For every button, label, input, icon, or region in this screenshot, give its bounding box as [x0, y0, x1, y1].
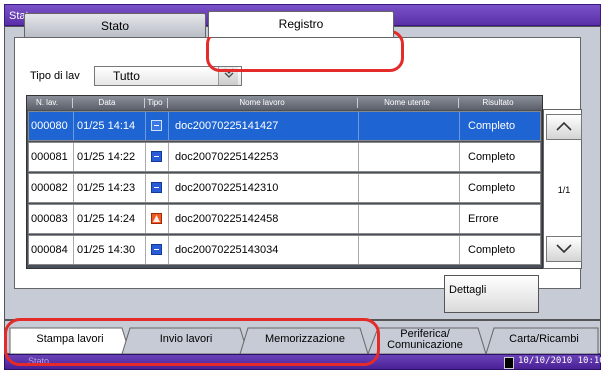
date-time: 10/10/2010 10:10 [518, 356, 605, 366]
cell-result: Completo [468, 182, 516, 194]
cell-job-name: doc20070225142310 [175, 182, 279, 194]
cell-date: 01/25 14:24 [77, 213, 136, 225]
job-type-value: Tutto [113, 69, 140, 83]
tab-stato[interactable]: Stato [24, 13, 206, 37]
cell-divider [73, 236, 74, 264]
double-chevron-down-icon[interactable] [218, 67, 238, 85]
document-icon [151, 182, 162, 193]
cell-result: Completo [468, 244, 516, 256]
cell-divider [358, 205, 359, 233]
cell-date: 01/25 14:22 [77, 151, 136, 163]
cell-job-number: 000083 [31, 213, 68, 225]
cell-divider [358, 112, 359, 140]
cell-divider [168, 112, 169, 140]
cell-date: 01/25 14:14 [77, 120, 136, 132]
cell-divider [168, 205, 169, 233]
document-icon [151, 120, 162, 131]
document-icon [151, 244, 162, 255]
cell-divider [73, 112, 74, 140]
cell-date: 01/25 14:23 [77, 182, 136, 194]
table-row[interactable]: 000083 01/25 14:24 doc20070225142458 Err… [28, 204, 541, 234]
cell-result: Errore [468, 213, 499, 225]
details-button[interactable]: Dettagli [444, 275, 539, 313]
cell-job-name: doc20070225142253 [175, 151, 279, 163]
cell-divider [145, 112, 146, 140]
cell-job-name: doc20070225143034 [175, 244, 279, 256]
page-counter: 1/1 [557, 185, 571, 195]
cell-job-name: doc20070225142458 [175, 213, 279, 225]
cell-divider [459, 174, 460, 202]
col-header-date: Data [98, 98, 116, 107]
job-type-label: Tipo di lav [30, 70, 80, 82]
cell-divider [459, 143, 460, 171]
col-header-type: Tipo [147, 98, 163, 107]
cell-divider [145, 143, 146, 171]
cell-divider [168, 236, 169, 264]
table-row[interactable]: 000084 01/25 14:30 doc20070225143034 Com… [28, 235, 541, 265]
cell-job-number: 000082 [31, 182, 68, 194]
cell-job-number: 000081 [31, 151, 68, 163]
cell-result: Completo [468, 120, 516, 132]
table-row[interactable]: 000082 01/25 14:23 doc20070225142310 Com… [28, 173, 541, 203]
job-log-table: N. lav. Data Tipo Nome lavoro Nome utent… [26, 95, 543, 269]
cell-date: 01/25 14:30 [77, 244, 136, 256]
tab-periferica-comunicazione[interactable]: Periferica/ Comunicazione [375, 329, 475, 354]
error-icon [151, 213, 162, 224]
tab-registro[interactable]: Registro [208, 11, 394, 37]
cell-divider [459, 112, 460, 140]
table-header: N. lav. Data Tipo Nome lavoro Nome utent… [27, 96, 542, 110]
col-header-result: Risultato [482, 98, 514, 107]
cell-divider [459, 205, 460, 233]
table-row[interactable]: 000080 01/25 14:14 doc20070225141427 Com… [28, 111, 541, 141]
cell-divider [145, 174, 146, 202]
device-icon [504, 357, 514, 369]
cell-job-name: doc20070225141427 [175, 120, 279, 132]
cell-divider [358, 143, 359, 171]
chevron-down-icon [556, 244, 572, 254]
table-row[interactable]: 000081 01/25 14:22 doc20070225142253 Com… [28, 142, 541, 172]
cell-result: Completo [468, 151, 516, 163]
scroll-up-button[interactable] [546, 114, 582, 140]
status-label[interactable]: Stato [28, 356, 49, 366]
chevron-up-icon [556, 121, 572, 131]
cell-divider [168, 174, 169, 202]
col-header-user-name: Nome utente [384, 98, 430, 107]
cell-divider [73, 143, 74, 171]
cell-divider [168, 143, 169, 171]
col-header-job-number: N. lav. [35, 98, 59, 107]
cell-divider [358, 236, 359, 264]
col-header-job-name: Nome lavoro [239, 98, 285, 107]
status-screen: Status Stato Registro Tipo di lav Tutto … [0, 0, 605, 372]
cell-divider [73, 205, 74, 233]
cell-divider [145, 236, 146, 264]
cell-job-number: 000084 [31, 244, 68, 256]
cell-divider [459, 236, 460, 264]
document-icon [151, 151, 162, 162]
cell-divider [73, 174, 74, 202]
scroll-down-button[interactable] [546, 236, 582, 262]
cell-divider [358, 174, 359, 202]
cell-divider [145, 205, 146, 233]
cell-job-number: 000080 [31, 120, 68, 132]
